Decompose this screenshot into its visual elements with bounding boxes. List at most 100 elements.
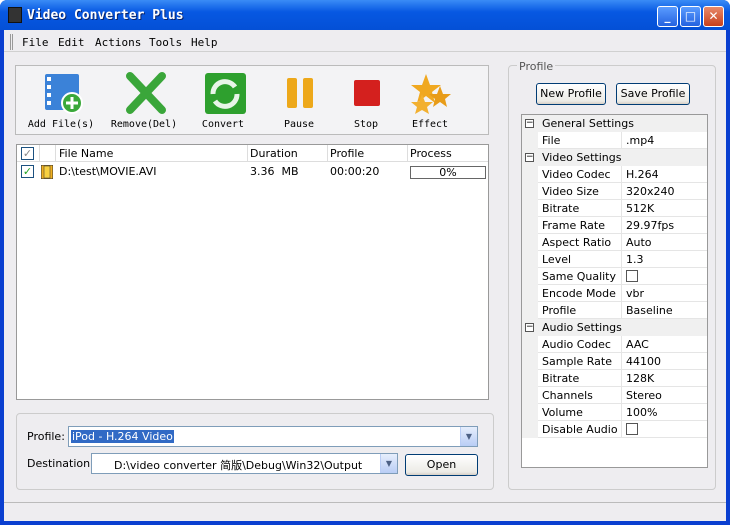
property-name: Channels bbox=[538, 387, 622, 404]
property-value[interactable]: 44100 bbox=[622, 353, 707, 370]
col-duration[interactable]: Duration bbox=[250, 147, 298, 160]
gutter bbox=[522, 302, 538, 319]
col-process[interactable]: Process bbox=[410, 147, 452, 160]
minimize-button[interactable]: _ bbox=[657, 6, 678, 27]
property-row[interactable]: Bitrate 128K bbox=[522, 370, 707, 387]
property-category[interactable]: − Video Settings bbox=[522, 149, 707, 166]
pause-icon bbox=[287, 78, 313, 108]
property-row[interactable]: Video Size 320x240 bbox=[522, 183, 707, 200]
property-value[interactable]: vbr bbox=[622, 285, 707, 302]
gutter bbox=[522, 217, 538, 234]
property-name: Bitrate bbox=[538, 200, 622, 217]
property-value[interactable]: 1.3 bbox=[622, 251, 707, 268]
row-duration: 3.36 MB bbox=[250, 165, 299, 178]
client-area: File Edit Actions Tools Help Add File(s)… bbox=[4, 30, 726, 521]
gutter bbox=[522, 200, 538, 217]
gutter bbox=[522, 404, 538, 421]
convert-button[interactable]: Convert bbox=[183, 66, 263, 136]
property-value[interactable] bbox=[622, 268, 707, 285]
property-value-text: 44100 bbox=[626, 355, 661, 368]
remove-button[interactable]: Remove(Del) bbox=[104, 66, 184, 136]
property-row[interactable]: Video Codec H.264 bbox=[522, 166, 707, 183]
property-value[interactable]: H.264 bbox=[622, 166, 707, 183]
property-row[interactable]: Encode Mode vbr bbox=[522, 285, 707, 302]
output-panel: Profile: iPod - H.264 Video ▼ Destinatio… bbox=[16, 413, 494, 490]
gutter bbox=[522, 268, 538, 285]
property-row[interactable]: Bitrate 512K bbox=[522, 200, 707, 217]
menu-edit[interactable]: Edit bbox=[58, 36, 85, 49]
property-value-text: Auto bbox=[626, 236, 652, 249]
collapse-icon[interactable]: − bbox=[525, 323, 534, 332]
property-checkbox[interactable] bbox=[626, 423, 638, 435]
menu-file[interactable]: File bbox=[22, 36, 49, 49]
property-value-text: H.264 bbox=[626, 168, 659, 181]
gutter bbox=[522, 421, 538, 438]
property-name: Same Quality bbox=[538, 268, 622, 285]
property-value[interactable]: 320x240 bbox=[622, 183, 707, 200]
property-value[interactable]: 100% bbox=[622, 404, 707, 421]
property-row[interactable]: Profile Baseline bbox=[522, 302, 707, 319]
property-row[interactable]: Frame Rate 29.97fps bbox=[522, 217, 707, 234]
maximize-button[interactable]: □ bbox=[680, 6, 701, 27]
row-checkbox[interactable]: ✓ bbox=[21, 165, 34, 178]
row-profile: 00:00:20 bbox=[330, 165, 380, 178]
property-value[interactable]: Stereo bbox=[622, 387, 707, 404]
property-checkbox[interactable] bbox=[626, 270, 638, 282]
chevron-down-icon[interactable]: ▼ bbox=[380, 454, 397, 473]
profile-select[interactable]: iPod - H.264 Video ▼ bbox=[68, 426, 478, 447]
chevron-down-icon[interactable]: ▼ bbox=[460, 427, 477, 446]
effect-label: Effect bbox=[411, 119, 449, 130]
new-profile-button[interactable]: New Profile bbox=[536, 83, 606, 105]
property-value[interactable]: Baseline bbox=[622, 302, 707, 319]
property-value[interactable]: Auto bbox=[622, 234, 707, 251]
property-row[interactable]: Disable Audio bbox=[522, 421, 707, 438]
property-value[interactable]: 29.97fps bbox=[622, 217, 707, 234]
menu-actions[interactable]: Actions bbox=[95, 36, 141, 49]
menu-help[interactable]: Help bbox=[191, 36, 218, 49]
destination-select[interactable]: D:\video converter 简版\Debug\Win32\Output… bbox=[91, 453, 398, 474]
property-value[interactable]: AAC bbox=[622, 336, 707, 353]
property-value[interactable]: 512K bbox=[622, 200, 707, 217]
app-film-icon bbox=[8, 7, 22, 23]
property-row[interactable]: Audio Codec AAC bbox=[522, 336, 707, 353]
save-profile-button[interactable]: Save Profile bbox=[616, 83, 690, 105]
property-value-text: Baseline bbox=[626, 304, 673, 317]
property-name: Audio Codec bbox=[538, 336, 622, 353]
col-file-name[interactable]: File Name bbox=[59, 147, 113, 160]
close-button[interactable]: ✕ bbox=[703, 6, 724, 27]
film-icon bbox=[41, 165, 53, 179]
col-profile[interactable]: Profile bbox=[330, 147, 364, 160]
gutter bbox=[522, 285, 538, 302]
add-files-button[interactable]: Add File(s) bbox=[21, 66, 101, 136]
property-row[interactable]: Channels Stereo bbox=[522, 387, 707, 404]
window-title: Video Converter Plus bbox=[27, 8, 184, 23]
menu-grip bbox=[10, 34, 13, 50]
property-name: Bitrate bbox=[538, 370, 622, 387]
property-row[interactable]: Volume 100% bbox=[522, 404, 707, 421]
select-all-checkbox[interactable]: ✓ bbox=[21, 147, 34, 160]
property-value[interactable] bbox=[622, 421, 707, 438]
property-name: Video Size bbox=[538, 183, 622, 200]
table-row[interactable]: ✓ D:\test\MOVIE.AVI 3.36 MB 00:00:20 0% bbox=[17, 163, 488, 181]
property-row[interactable]: File Extensions .mp4 bbox=[522, 132, 707, 160]
gutter bbox=[522, 183, 538, 200]
open-button[interactable]: Open bbox=[405, 454, 478, 476]
collapse-icon[interactable]: − bbox=[525, 119, 534, 128]
property-category[interactable]: − Audio Settings bbox=[522, 319, 707, 336]
category-label: Audio Settings bbox=[538, 319, 707, 336]
menu-tools[interactable]: Tools bbox=[149, 36, 182, 49]
property-category[interactable]: − General Settings bbox=[522, 115, 707, 132]
property-row[interactable]: Aspect Ratio Auto bbox=[522, 234, 707, 251]
property-value[interactable]: 128K bbox=[622, 370, 707, 387]
property-row[interactable]: Sample Rate 44100 bbox=[522, 353, 707, 370]
collapse-icon[interactable]: − bbox=[525, 153, 534, 162]
property-value[interactable]: .mp4 bbox=[622, 132, 707, 149]
property-name: Sample Rate bbox=[538, 353, 622, 370]
property-row[interactable]: Same Quality bbox=[522, 268, 707, 285]
convert-icon bbox=[205, 73, 246, 114]
effect-button[interactable]: Effect bbox=[390, 66, 470, 136]
add-file-icon bbox=[45, 74, 83, 114]
property-row[interactable]: Level 1.3 bbox=[522, 251, 707, 268]
file-list: ✓ File Name Duration Profile Process ✓ D… bbox=[16, 144, 489, 400]
gutter bbox=[522, 234, 538, 251]
